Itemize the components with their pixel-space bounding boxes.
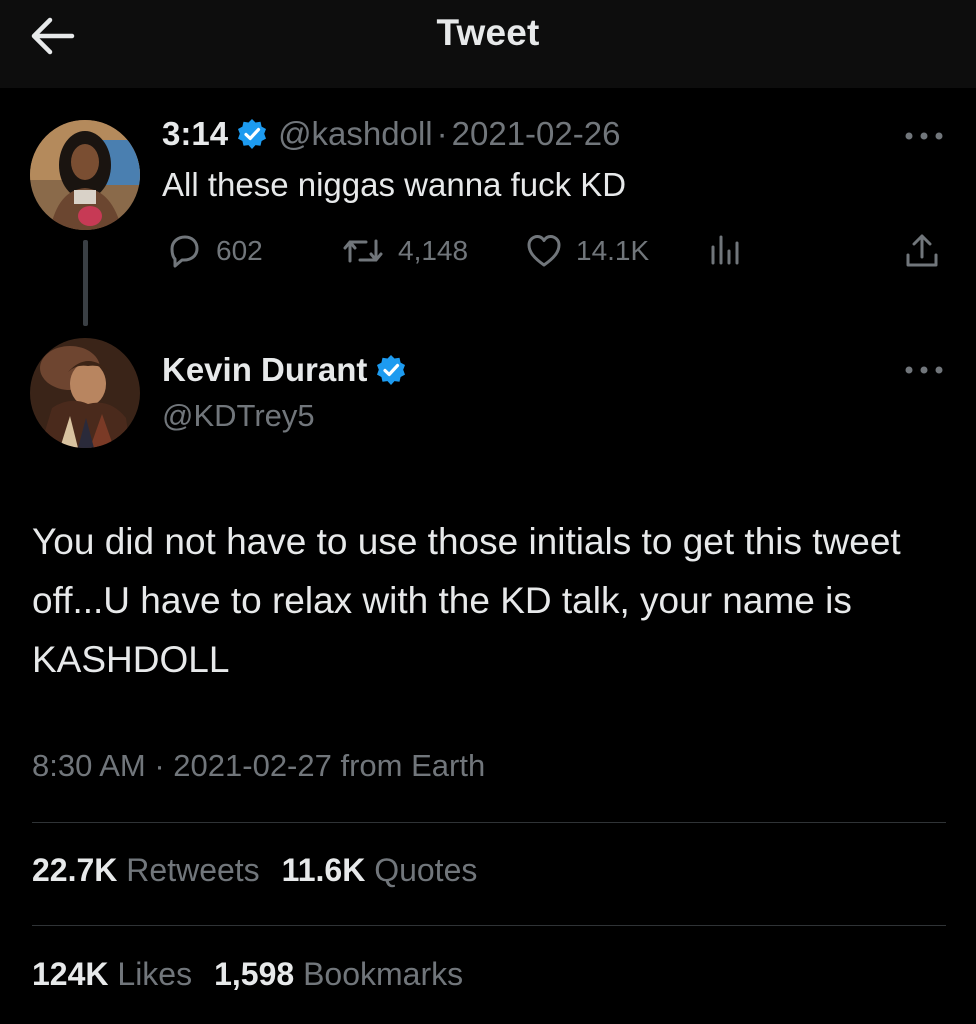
more-dots-icon <box>905 132 943 140</box>
meta-separator: · <box>436 115 448 152</box>
verified-badge-icon <box>238 119 267 149</box>
parent-author-handle[interactable]: @kashdoll <box>278 115 433 153</box>
main-author-handle[interactable]: @KDTrey5 <box>162 398 315 434</box>
quotes-label: Quotes <box>374 852 478 888</box>
avatar-kevin-durant-image <box>30 338 140 448</box>
likes-label: Likes <box>117 956 193 992</box>
likes-count: 124K <box>32 956 109 992</box>
engagement-stats-row-1: 22.7K Retweets 11.6K Quotes <box>32 852 477 889</box>
avatar-kashdoll-image <box>30 120 140 230</box>
parent-more-button[interactable] <box>902 124 946 148</box>
main-author-name-row: Kevin Durant <box>162 348 417 392</box>
engagement-stats-row-2: 124K Likes 1,598 Bookmarks <box>32 956 463 993</box>
retweets-label: Retweets <box>126 852 260 888</box>
reply-count: 602 <box>216 235 263 266</box>
tweet-timestamp[interactable]: 8:30 AM · 2021-02-27 from Earth <box>32 748 485 784</box>
quotes-stat[interactable]: 11.6K Quotes <box>282 852 478 889</box>
retweet-count: 4,148 <box>398 235 469 266</box>
quotes-count: 11.6K <box>281 852 366 888</box>
parent-tweet-date[interactable]: 2021-02-26 <box>452 115 621 153</box>
divider <box>32 925 946 926</box>
like-count: 14.1K <box>576 235 650 266</box>
like-button[interactable]: 14.1K <box>524 228 649 274</box>
analytics-icon <box>711 235 739 265</box>
parent-tweet-meta: 3:14 @kashdoll · 2021-02-26 <box>162 112 620 156</box>
share-button[interactable] <box>902 228 942 274</box>
retweets-count: 22.7K <box>32 852 118 888</box>
page-title: Tweet <box>436 12 540 53</box>
reply-button[interactable]: 602 <box>164 228 263 274</box>
bookmarks-stat[interactable]: 1,598 Bookmarks <box>214 956 463 993</box>
likes-stat[interactable]: 124K Likes <box>32 956 192 993</box>
thread-connector-line <box>83 240 88 326</box>
heart-icon <box>527 235 561 267</box>
verified-badge-icon <box>377 355 406 385</box>
more-dots-icon <box>905 366 943 374</box>
avatar-kashdoll[interactable] <box>30 120 140 230</box>
bookmarks-count: 1,598 <box>214 956 295 992</box>
parent-author-name[interactable]: 3:14 <box>162 115 228 153</box>
retweet-icon <box>343 239 383 263</box>
retweet-button[interactable]: 4,148 <box>340 228 468 274</box>
main-tweet-text: You did not have to use those initials t… <box>32 521 901 680</box>
divider <box>32 822 946 823</box>
main-author-name[interactable]: Kevin Durant <box>162 351 367 389</box>
reply-icon <box>170 235 199 268</box>
avatar-kevin-durant[interactable] <box>30 338 140 448</box>
main-more-button[interactable] <box>902 358 946 382</box>
views-button[interactable] <box>708 228 744 274</box>
bookmarks-label: Bookmarks <box>303 956 464 992</box>
retweets-stat[interactable]: 22.7K Retweets <box>32 852 260 889</box>
share-icon <box>906 234 938 267</box>
parent-tweet-text: All these niggas wanna fuck KD <box>162 166 627 203</box>
top-bar: Tweet <box>0 0 976 88</box>
